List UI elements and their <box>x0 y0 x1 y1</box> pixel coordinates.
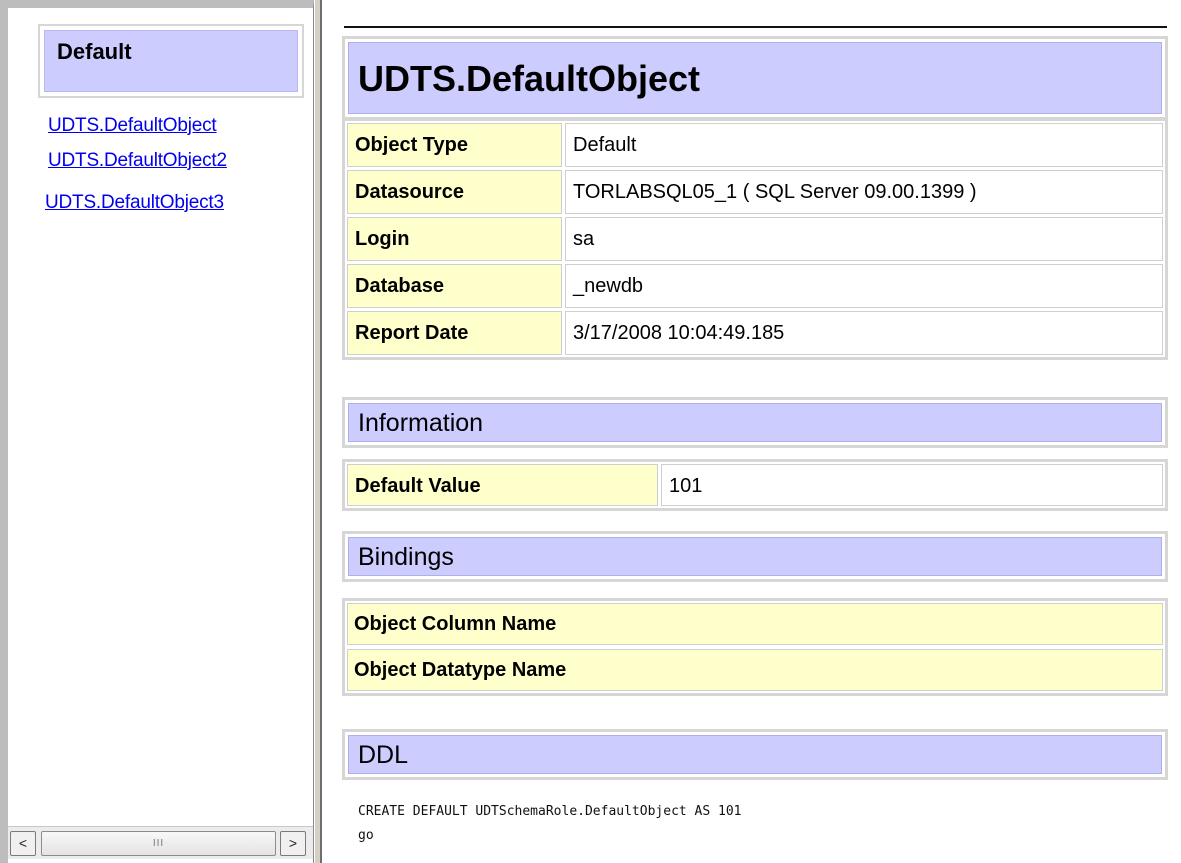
bindings-title: Bindings <box>348 537 1162 576</box>
horizontal-scrollbar[interactable]: < III > <box>8 826 313 859</box>
information-table: Default Value 101 <box>342 459 1168 511</box>
property-value: _newdb <box>565 264 1163 308</box>
property-label: Object Type <box>347 123 562 167</box>
nav-link-defaultobject[interactable]: UDTS.DefaultObject <box>48 115 217 137</box>
property-value: sa <box>565 217 1163 261</box>
top-divider <box>344 26 1167 28</box>
nav-heading-box: Default <box>38 24 304 98</box>
bindings-header-row: Object Datatype Name <box>347 649 1163 691</box>
nav-heading: Default <box>44 30 298 92</box>
ddl-title: DDL <box>348 735 1162 774</box>
scroll-right-arrow-icon[interactable]: > <box>280 831 306 856</box>
scroll-left-arrow-icon[interactable]: < <box>10 831 36 856</box>
property-label: Login <box>347 217 562 261</box>
default-value-label: Default Value <box>347 464 658 506</box>
property-row: Login sa <box>347 217 1163 261</box>
bindings-column-header: Object Datatype Name <box>347 649 1163 691</box>
bindings-table: Object Column Name Object Datatype Name <box>342 598 1168 696</box>
property-label: Report Date <box>347 311 562 355</box>
bindings-section: Bindings <box>342 531 1168 582</box>
title-panel: UDTS.DefaultObject <box>342 36 1168 120</box>
property-label: Datasource <box>347 170 562 214</box>
properties-table: Object Type Default Datasource TORLABSQL… <box>342 118 1168 360</box>
property-value: 3/17/2008 10:04:49.185 <box>565 311 1163 355</box>
property-label: Database <box>347 264 562 308</box>
nav-link-defaultobject3[interactable]: UDTS.DefaultObject3 <box>45 192 224 214</box>
default-value: 101 <box>661 464 1163 506</box>
information-title: Information <box>348 403 1162 442</box>
property-row: Object Type Default <box>347 123 1163 167</box>
bindings-column-header: Object Column Name <box>347 603 1163 645</box>
report-content: UDTS.DefaultObject Object Type Default D… <box>322 0 1181 863</box>
ddl-code: CREATE DEFAULT UDTSchemaRole.DefaultObje… <box>358 804 742 843</box>
property-row: Report Date 3/17/2008 10:04:49.185 <box>347 311 1163 355</box>
bindings-header-row: Object Column Name <box>347 603 1163 645</box>
frame-splitter[interactable] <box>314 0 322 863</box>
property-row: Database _newdb <box>347 264 1163 308</box>
property-value: TORLABSQL05_1 ( SQL Server 09.00.1399 ) <box>565 170 1163 214</box>
property-value: Default <box>565 123 1163 167</box>
information-section: Information <box>342 397 1168 448</box>
ddl-section: DDL <box>342 729 1168 780</box>
property-row: Datasource TORLABSQL05_1 ( SQL Server 09… <box>347 170 1163 214</box>
nav-link-defaultobject2[interactable]: UDTS.DefaultObject2 <box>48 150 227 172</box>
page-title: UDTS.DefaultObject <box>348 42 1162 114</box>
scrollbar-thumb[interactable]: III <box>41 831 276 856</box>
